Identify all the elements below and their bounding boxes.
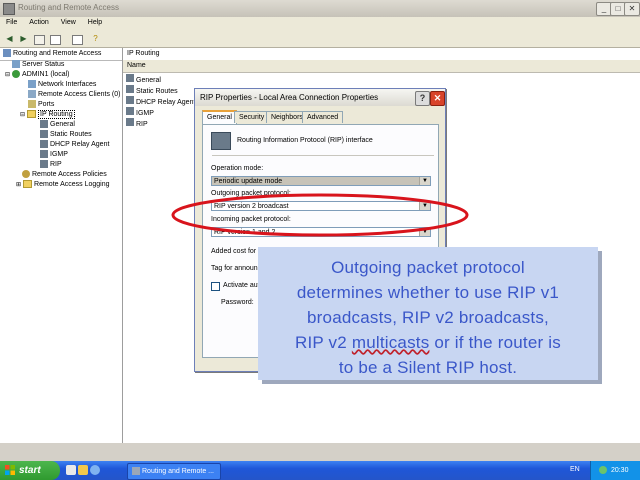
clock[interactable]: 20:30 bbox=[611, 467, 629, 474]
operation-mode-select[interactable]: Periodic update mode ▼ bbox=[211, 176, 431, 186]
router-icon bbox=[40, 160, 48, 169]
ports-icon bbox=[28, 100, 36, 109]
dialog-title: RIP Properties - Local Area Connection P… bbox=[200, 93, 379, 102]
router-icon bbox=[40, 150, 48, 159]
operation-mode-label: Operation mode: bbox=[211, 165, 264, 172]
tree-item-ports[interactable]: Ports bbox=[28, 100, 54, 110]
menu-bar: File Action View Help bbox=[0, 17, 640, 33]
router-icon bbox=[126, 107, 134, 115]
explorer-icon[interactable] bbox=[78, 465, 88, 475]
tree-item-network-interfaces[interactable]: Network Interfaces bbox=[28, 80, 96, 90]
taskbar-button-rras[interactable]: Routing and Remote ... bbox=[127, 463, 221, 480]
router-icon bbox=[126, 85, 134, 93]
taskbar: start Routing and Remote ... EN 20:30 bbox=[0, 461, 640, 480]
folder-icon bbox=[23, 180, 33, 189]
help-book-icon[interactable]: ? bbox=[90, 34, 101, 44]
list-item[interactable]: Static Routes bbox=[126, 85, 178, 95]
chevron-down-icon: ▼ bbox=[419, 177, 430, 185]
tab-security[interactable]: Security bbox=[234, 111, 270, 123]
separator bbox=[212, 155, 434, 156]
router-icon bbox=[126, 96, 134, 104]
menu-file[interactable]: File bbox=[0, 17, 23, 26]
server-icon bbox=[12, 70, 21, 79]
list-item[interactable]: General bbox=[126, 74, 161, 84]
column-header-name[interactable]: Name bbox=[123, 60, 640, 73]
menu-help[interactable]: Help bbox=[82, 17, 108, 26]
clients-icon bbox=[28, 90, 36, 99]
app-icon bbox=[3, 3, 15, 15]
close-button[interactable]: ✕ bbox=[624, 2, 640, 16]
tree-item-admin1[interactable]: ⊟ ADMIN1 (local) bbox=[5, 70, 69, 80]
dialog-help-button[interactable]: ? bbox=[415, 91, 430, 106]
activate-auth-checkbox[interactable] bbox=[211, 282, 220, 291]
back-arrow-icon[interactable]: ◀ bbox=[4, 34, 15, 44]
tree-item-ip-routing[interactable]: ⊟ IP Routing bbox=[20, 110, 75, 120]
menu-action[interactable]: Action bbox=[23, 17, 54, 26]
network-icon[interactable] bbox=[599, 466, 607, 475]
rras-icon bbox=[3, 49, 11, 58]
system-tray: 20:30 bbox=[590, 461, 640, 480]
properties-icon[interactable] bbox=[72, 35, 83, 45]
network-interfaces-icon bbox=[28, 80, 36, 89]
menu-view[interactable]: View bbox=[55, 17, 82, 26]
router-icon bbox=[126, 74, 134, 82]
internet-explorer-icon[interactable] bbox=[90, 465, 100, 475]
console-tree: Routing and Remote Access Server Status … bbox=[0, 48, 123, 443]
list-item[interactable]: DHCP Relay Agent bbox=[126, 96, 195, 106]
callout-text: Outgoing packet protocol determines whet… bbox=[295, 258, 561, 377]
server-status-icon bbox=[12, 60, 20, 69]
explanation-callout: Outgoing packet protocol determines whet… bbox=[258, 247, 598, 380]
tree-item-rip[interactable]: RIP bbox=[40, 160, 62, 170]
tree-item-remote-access-logging[interactable]: ⊞ Remote Access Logging bbox=[16, 180, 110, 190]
forward-arrow-icon[interactable]: ▶ bbox=[18, 34, 29, 44]
policy-icon bbox=[22, 170, 30, 179]
folder-icon bbox=[27, 110, 37, 119]
language-indicator[interactable]: EN bbox=[570, 466, 580, 473]
list-item[interactable]: IGMP bbox=[126, 107, 154, 117]
tree-item-remote-access-policies[interactable]: Remote Access Policies bbox=[22, 170, 107, 180]
tree-item-static-routes[interactable]: Static Routes bbox=[40, 130, 92, 140]
tree-item-dhcp-relay-agent[interactable]: DHCP Relay Agent bbox=[40, 140, 109, 150]
tab-advanced[interactable]: Advanced bbox=[302, 111, 344, 123]
interface-label: Routing Information Protocol (RIP) inter… bbox=[237, 137, 373, 144]
toolbar: ◀ ▶ ? bbox=[0, 32, 640, 48]
show-hide-tree-icon[interactable] bbox=[50, 35, 61, 45]
router-icon bbox=[126, 118, 134, 126]
router-icon bbox=[40, 120, 48, 129]
window-title: Routing and Remote Access bbox=[18, 3, 119, 12]
password-label: Password: bbox=[221, 299, 254, 306]
highlight-ellipse bbox=[171, 193, 469, 237]
tree-root-label[interactable]: Routing and Remote Access bbox=[13, 50, 101, 57]
up-level-icon[interactable] bbox=[34, 35, 45, 45]
tab-general[interactable]: General bbox=[202, 110, 237, 125]
rras-icon bbox=[132, 467, 140, 476]
router-icon bbox=[40, 140, 48, 149]
router-icon bbox=[40, 130, 48, 139]
dialog-title-bar[interactable]: RIP Properties - Local Area Connection P… bbox=[195, 89, 445, 106]
list-item[interactable]: RIP bbox=[126, 118, 148, 128]
tree-item-remote-access-clients[interactable]: Remote Access Clients (0) bbox=[28, 90, 120, 100]
windows-logo-icon bbox=[5, 465, 15, 475]
tag-label: Tag for announ bbox=[211, 265, 258, 272]
router-icon bbox=[211, 132, 231, 150]
show-desktop-icon[interactable] bbox=[66, 465, 76, 475]
tree-item-server-status[interactable]: Server Status bbox=[12, 60, 64, 70]
added-cost-label: Added cost for ro bbox=[211, 248, 265, 255]
start-button[interactable]: start bbox=[0, 461, 60, 480]
dialog-close-button[interactable]: ✕ bbox=[430, 91, 445, 106]
window-title-bar[interactable]: Routing and Remote Access _ □ ✕ bbox=[0, 0, 640, 17]
tree-item-general[interactable]: General bbox=[40, 120, 75, 130]
tree-item-igmp[interactable]: IGMP bbox=[40, 150, 68, 160]
